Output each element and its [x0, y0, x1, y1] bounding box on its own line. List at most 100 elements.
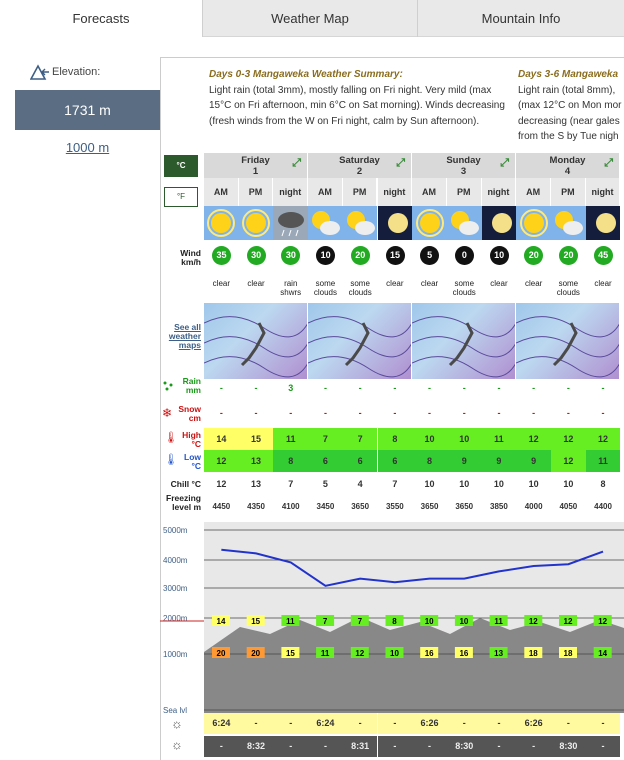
summit-temp-pill: 7	[316, 615, 335, 626]
weather-icon-cell	[238, 206, 274, 240]
freezing-level: 4050	[559, 502, 578, 511]
low-temp: 12	[551, 450, 586, 472]
wind-speed-badge: 20	[350, 246, 370, 265]
rain-value: -	[601, 383, 605, 393]
summary-text: Light rain (total 8mm), (max 12°C on Mon…	[518, 83, 624, 145]
tab-bar: Forecasts Weather Map Mountain Info	[0, 0, 624, 37]
unit-fahrenheit-button[interactable]: °F	[164, 187, 198, 207]
summary-title: Days 0-3 Mangaweka Weather Summary:	[209, 69, 403, 80]
base-temp: 16	[459, 649, 468, 658]
high-temp: 15	[238, 428, 274, 450]
tab-forecasts[interactable]: Forecasts	[0, 0, 203, 37]
day-header: Saturday 2 ⤢	[308, 153, 412, 178]
sky-condition: some clouds	[348, 279, 372, 297]
sunset-time: 8:32	[238, 736, 274, 757]
high-temp: 12	[516, 428, 551, 450]
period-header: AM	[204, 178, 239, 206]
snow-value: -	[358, 408, 362, 418]
summit-temp: 7	[323, 617, 328, 626]
sun-cloud-icon	[347, 211, 376, 235]
sunrise-time: 6:26	[412, 713, 447, 734]
sun-icon	[415, 209, 444, 237]
elevation-label: Elevation:	[52, 65, 101, 78]
weather-map-thumbnail[interactable]	[204, 303, 308, 379]
low-temp: 8	[273, 450, 309, 472]
base-temp-pill: 16	[454, 647, 473, 658]
moon-icon	[387, 213, 408, 233]
expand-icon[interactable]: ⤢	[396, 158, 405, 169]
rain-value: -	[323, 383, 327, 393]
sunrise-time: -	[238, 713, 274, 734]
wind-speed-badge: 10	[316, 246, 336, 265]
chill-label: Chill °C	[170, 479, 201, 489]
summit-temp-pill: 11	[281, 615, 300, 626]
rain-value: -	[358, 383, 362, 393]
base-temp-pill: 10	[385, 647, 404, 658]
low-temp: 6	[308, 450, 343, 472]
weather-map-thumbnail[interactable]	[412, 303, 516, 379]
weather-icon-cell	[377, 206, 413, 240]
chill-value: 10	[493, 479, 504, 489]
tab-weather-map[interactable]: Weather Map	[203, 0, 418, 37]
weather-map-thumbnail[interactable]	[308, 303, 412, 379]
altitude-label: Sea lvl	[163, 706, 187, 713]
freezing-level: 3650	[455, 502, 474, 511]
rain-cloud-icon	[277, 212, 304, 237]
sun-cloud-icon	[451, 211, 480, 235]
sky-condition: some clouds	[313, 279, 337, 297]
base-temp-pill: 18	[524, 647, 543, 658]
rain-drops-icon	[163, 381, 173, 391]
expand-icon[interactable]: ⤢	[500, 158, 509, 169]
tab-mountain-info[interactable]: Mountain Info	[418, 0, 624, 37]
unit-celsius-button[interactable]: °C	[164, 155, 198, 177]
chill-value: 10	[563, 479, 574, 489]
sky-condition: clear	[386, 279, 404, 288]
snow-value: -	[462, 408, 466, 418]
rain-value: -	[566, 383, 570, 393]
summary-days-0-3: Days 0-3 Mangaweka Weather Summary: Ligh…	[209, 67, 509, 129]
high-temp: 12	[551, 428, 586, 450]
weather-icon-cell	[585, 206, 621, 240]
weather-icon-cell	[273, 206, 309, 240]
wind-speed-badge: 0	[454, 246, 474, 265]
elevation-selected[interactable]: 1731 m	[15, 90, 160, 130]
sky-condition: some clouds	[556, 279, 580, 297]
snow-value: -	[289, 408, 293, 418]
rain-value: -	[497, 383, 501, 393]
sky-condition: rain shwrs	[280, 279, 302, 297]
base-temp-pill: 15	[281, 647, 300, 658]
summit-temp-pill: 15	[246, 615, 265, 626]
low-temp: 8	[412, 450, 447, 472]
weather-icon-cell	[481, 206, 517, 240]
weather-icon-cell	[412, 206, 447, 240]
wind-speed-badge: 20	[524, 246, 544, 265]
snow-value: -	[566, 408, 570, 418]
low-temp: 11	[585, 450, 621, 472]
expand-icon[interactable]: ⤢	[604, 158, 613, 169]
expand-icon[interactable]: ⤢	[292, 158, 301, 169]
base-temp-pill: 14	[593, 647, 612, 658]
chill-value: 7	[392, 479, 398, 489]
rain-value: -	[254, 383, 258, 393]
weather-icon-cell	[446, 206, 482, 240]
summit-temp: 7	[358, 617, 363, 626]
period-header: PM	[551, 178, 586, 206]
period-header: PM	[342, 178, 378, 206]
base-temp: 20	[217, 649, 226, 658]
sunset-time: 8:30	[551, 736, 586, 757]
base-temp: 20	[251, 649, 260, 658]
wind-speed-badge: 15	[385, 246, 405, 265]
weather-map-thumbnail[interactable]	[516, 303, 620, 379]
high-temp: 8	[377, 428, 413, 450]
base-temp: 15	[286, 649, 295, 658]
summary-text: Light rain (total 3mm), mostly falling o…	[209, 84, 505, 127]
see-weather-maps-link[interactable]: See all weather maps	[161, 323, 201, 350]
elevation-alternative-link[interactable]: 1000 m	[0, 140, 175, 155]
freezing-label: Freezing level m	[166, 493, 201, 512]
summit-temp-pill: 12	[593, 615, 612, 626]
sky-condition: clear	[594, 279, 612, 288]
sky-condition: clear	[420, 279, 439, 288]
summit-temp-pill: 11	[489, 615, 508, 626]
isobar-map	[308, 316, 411, 378]
sunrise-time: -	[481, 713, 517, 734]
